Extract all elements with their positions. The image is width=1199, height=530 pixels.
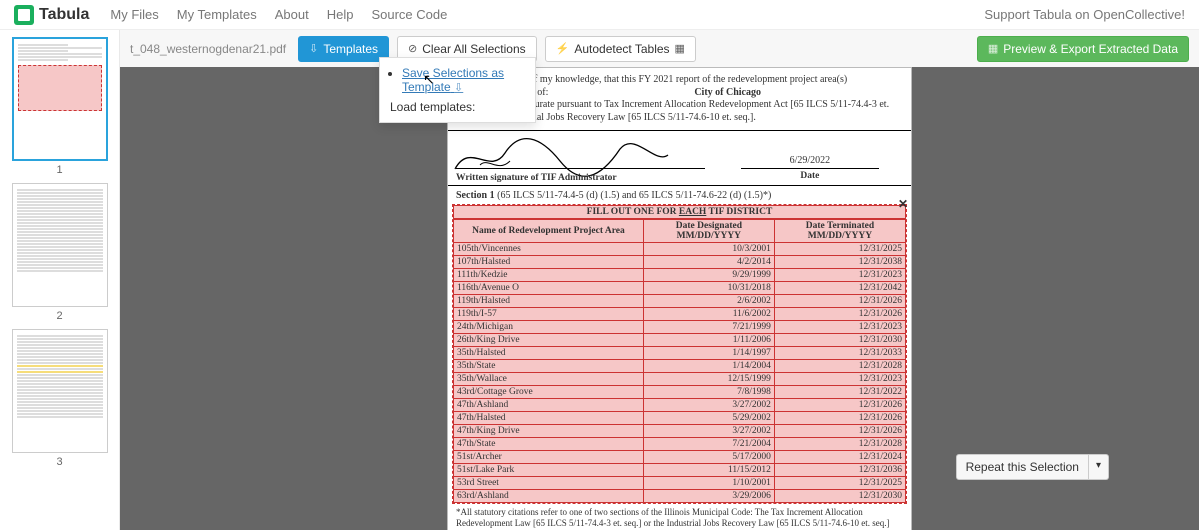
col-terminated: Date TerminatedMM/DD/YYYY	[774, 220, 905, 243]
table-row: 51st/Archer5/17/200012/31/2024	[454, 451, 906, 464]
sec1-bold: Section 1	[456, 190, 497, 201]
preview-export-button[interactable]: ▦ Preview & Export Extracted Data	[977, 36, 1189, 62]
selection-close-icon[interactable]: ✕	[898, 197, 908, 211]
thumb-page-3[interactable]	[12, 329, 108, 453]
repeat-selection-caret[interactable]: ▾	[1089, 454, 1109, 480]
preview-label: Preview & Export Extracted Data	[1003, 42, 1178, 56]
templates-label: Templates	[323, 42, 378, 56]
table-row: 116th/Avenue O10/31/201812/31/2042	[454, 282, 906, 295]
table-row: 24th/Michigan7/21/199912/31/2023	[454, 321, 906, 334]
table-row: 63rd/Ashland3/29/200612/31/2030	[454, 490, 906, 503]
table-row: 47th/State7/21/200412/31/2028	[454, 438, 906, 451]
sig-date-label: Date	[717, 171, 903, 181]
table-icon: ▦	[675, 42, 685, 55]
repeat-selection-button[interactable]: Repeat this Selection	[956, 454, 1089, 480]
table-row: 119th/Halsted2/6/200212/31/2026	[454, 295, 906, 308]
autodetect-label: Autodetect Tables	[574, 42, 669, 56]
fillout-header: FILL OUT ONE FOR EACH TIF DISTRICT	[453, 205, 906, 219]
load-templates-label: Load templates:	[390, 100, 525, 114]
table-row: 47th/King Drive3/27/200212/31/2026	[454, 425, 906, 438]
clear-icon: ⊘	[408, 42, 417, 55]
pdf-page-1: I attest to the best of my knowledge, th…	[447, 67, 912, 530]
nav-help[interactable]: Help	[327, 7, 354, 22]
grid-icon: ▦	[988, 42, 998, 55]
tabula-logo-icon	[14, 5, 34, 25]
pdf-canvas[interactable]: I attest to the best of my knowledge, th…	[120, 67, 1199, 530]
table-row: 35th/Halsted1/14/199712/31/2033	[454, 347, 906, 360]
table-row: 51st/Lake Park11/15/201212/31/2036	[454, 464, 906, 477]
tif-district-table: Name of Redevelopment Project Area Date …	[453, 219, 906, 503]
table-row: 47th/Halsted5/29/200212/31/2026	[454, 412, 906, 425]
table-row: 107th/Halsted4/2/201412/31/2038	[454, 256, 906, 269]
attest-city: City of Chicago	[694, 87, 761, 98]
col-name: Name of Redevelopment Project Area	[454, 220, 644, 243]
bolt-icon: ⚡	[556, 42, 570, 55]
nav-source-code[interactable]: Source Code	[371, 7, 447, 22]
sec1-rest: (65 ILCS 5/11-74.4-5 (d) (1.5) and 65 IL…	[497, 190, 771, 201]
brand[interactable]: Tabula	[14, 5, 89, 25]
templates-dropdown: Save Selections as Template ⇩ Load templ…	[379, 57, 536, 123]
table-row: 53rd Street1/10/200112/31/2025	[454, 477, 906, 490]
brand-name: Tabula	[39, 6, 89, 24]
download-icon: ⇩	[309, 42, 318, 55]
table-row: 43rd/Cottage Grove7/8/199812/31/2022	[454, 386, 906, 399]
support-link[interactable]: Support Tabula on OpenCollective!	[984, 7, 1185, 22]
section-1: Section 1 (65 ILCS 5/11-74.4-5 (d) (1.5)…	[448, 186, 911, 530]
top-navbar: Tabula My Files My Templates About Help …	[0, 0, 1199, 30]
table-selection[interactable]: ✕ FILL OUT ONE FOR EACH TIF DISTRICT Nam…	[452, 204, 907, 504]
work-area: t_048_westernogdenar21.pdf ⇩ Templates ⊘…	[120, 30, 1199, 530]
nav-my-templates[interactable]: My Templates	[177, 7, 257, 22]
autodetect-button[interactable]: ⚡ Autodetect Tables ▦	[545, 36, 696, 62]
repeat-selection-group: Repeat this Selection ▾	[956, 454, 1109, 480]
thumb-page-2[interactable]	[12, 183, 108, 307]
clear-label: Clear All Selections	[422, 42, 525, 56]
save-selections-as-template-link[interactable]: Save Selections as Template ⇩	[402, 66, 504, 94]
table-row: 119th/I-5711/6/200212/31/2026	[454, 308, 906, 321]
nav-my-files[interactable]: My Files	[110, 7, 158, 22]
file-name: t_048_westernogdenar21.pdf	[130, 42, 286, 56]
toolbar: t_048_westernogdenar21.pdf ⇩ Templates ⊘…	[120, 30, 1199, 67]
table-row: 26th/King Drive1/11/200612/31/2030	[454, 334, 906, 347]
download-small-icon: ⇩	[454, 82, 463, 94]
thumb-page-1[interactable]	[12, 37, 108, 161]
table-row: 47th/Ashland3/27/200212/31/2026	[454, 399, 906, 412]
signature-row: Written signature of TIF Administrator 6…	[448, 131, 911, 186]
attest-line2c: of:	[537, 87, 548, 100]
table-row: 35th/Wallace12/15/199912/31/2023	[454, 373, 906, 386]
footnote: *All statutory citations refer to one of…	[448, 504, 911, 530]
sig-label: Written signature of TIF Administrator	[456, 173, 617, 183]
page-thumbnail-sidebar: ✕ 1 ✕ 2	[0, 30, 120, 530]
sig-date-value: 6/29/2022	[741, 155, 879, 169]
thumb-2-label: 2	[0, 310, 119, 322]
templates-button[interactable]: ⇩ Templates	[298, 36, 389, 62]
table-row: 35th/State1/14/200412/31/2028	[454, 360, 906, 373]
col-designated: Date DesignatedMM/DD/YYYY	[643, 220, 774, 243]
table-row: 111th/Kedzie9/29/199912/31/2023	[454, 269, 906, 282]
thumb-1-label: 1	[0, 164, 119, 176]
nav-about[interactable]: About	[275, 7, 309, 22]
mouse-cursor-icon: ↖	[423, 71, 435, 88]
table-row: 105th/Vincennes10/3/200112/31/2025	[454, 243, 906, 256]
thumb-3-label: 3	[0, 456, 119, 468]
